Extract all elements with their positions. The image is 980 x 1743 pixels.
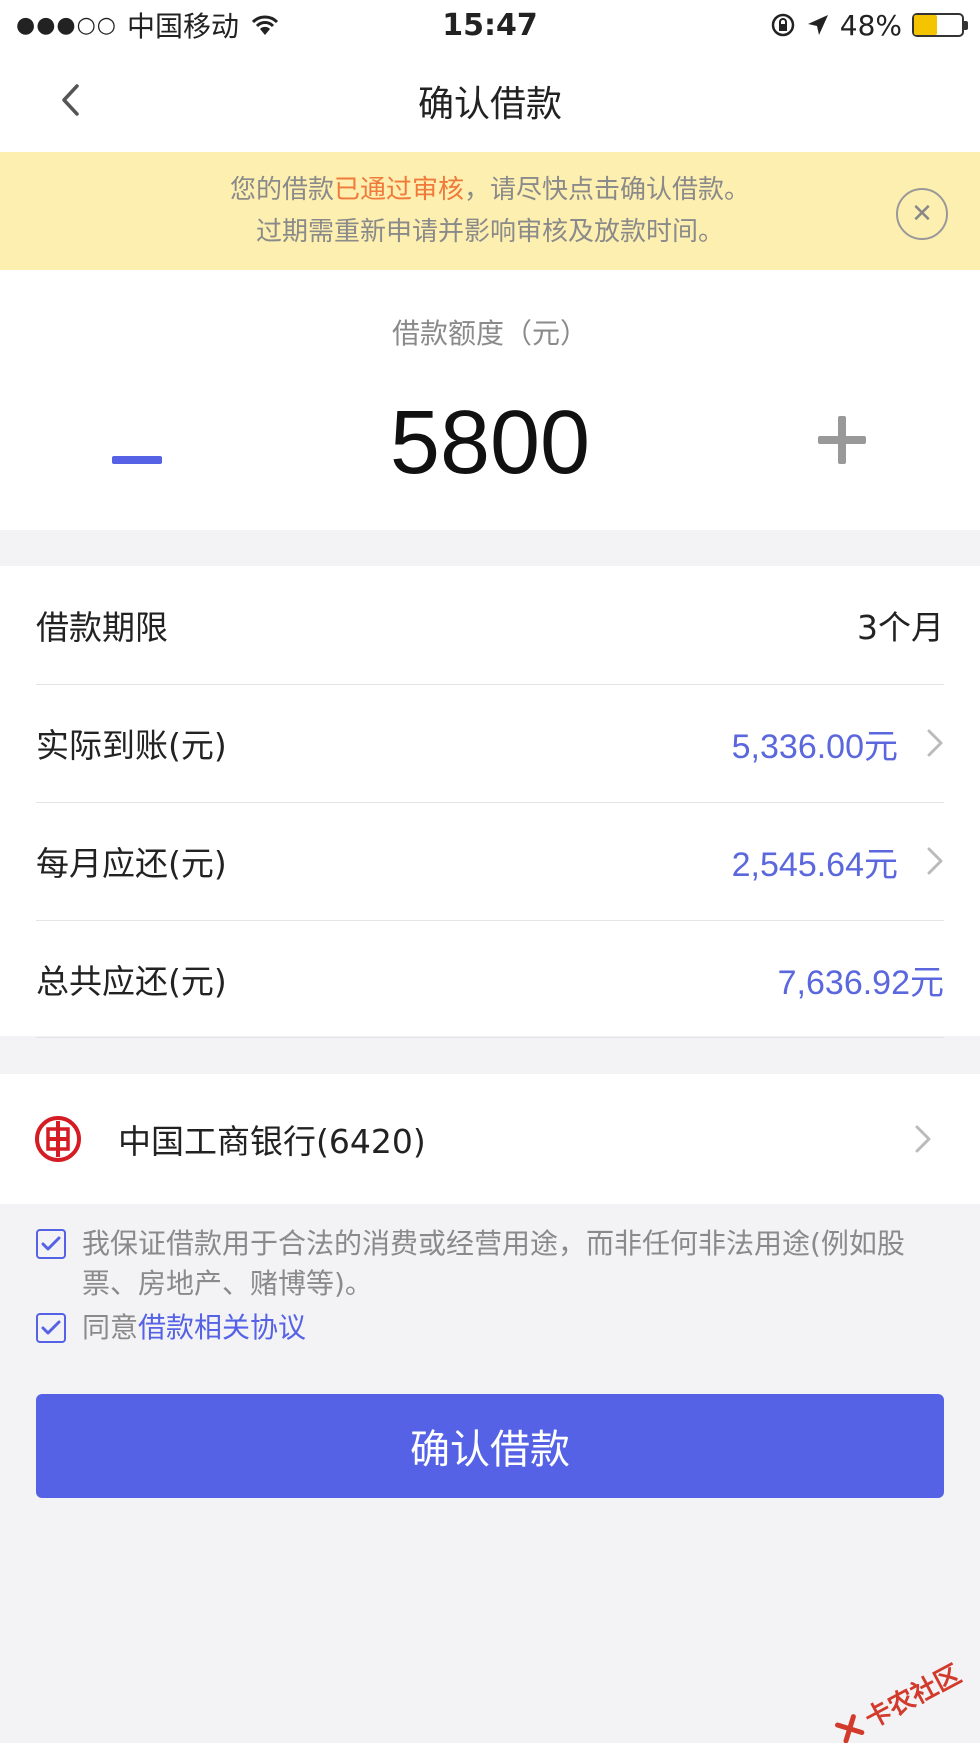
carrier-name: 中国移动 — [126, 10, 239, 43]
bank-name: 中国工商银行(6420) — [118, 1122, 426, 1161]
guarantee-checkbox[interactable] — [36, 1229, 66, 1259]
guarantee-text: 我保证借款用于合法的消费或经营用途，而非任何非法用途(例如股票、房地产、赌博等)… — [82, 1227, 905, 1300]
rotation-lock-icon — [770, 12, 796, 38]
chevron-right-icon — [927, 847, 943, 875]
watermark-text: 卡农社区 — [860, 1659, 967, 1735]
wifi-icon — [249, 13, 281, 37]
bank-card-selector[interactable]: 中国工商银行(6420) — [0, 1074, 980, 1204]
term-label: 借款期限 — [36, 608, 168, 647]
nav-bar: 确认借款 — [0, 50, 980, 152]
received-label: 实际到账(元) — [36, 726, 227, 765]
received-value: 5,336.00元 — [731, 727, 898, 766]
detail-row-total: 总共应还(元) 7,636.92元 — [36, 920, 944, 1038]
location-arrow-icon — [806, 13, 830, 37]
terms-checkbox[interactable] — [36, 1313, 66, 1343]
amount-label: 借款额度（元） — [391, 317, 588, 350]
approval-notice: 您的借款已通过审核，请尽快点击确认借款。 过期需重新申请并影响审核及放款时间。 … — [0, 152, 980, 270]
watermark: 卡农社区 — [829, 1654, 966, 1743]
status-right: 48% — [770, 8, 968, 42]
battery-icon — [912, 13, 968, 37]
divider — [36, 1037, 944, 1038]
term-value-wrap: 3个月 — [857, 601, 944, 649]
chevron-right-icon — [927, 729, 943, 757]
increase-amount-button[interactable] — [818, 416, 866, 464]
term-value: 3个月 — [857, 608, 944, 647]
watermark-logo-icon — [834, 1713, 865, 1743]
chevron-left-icon — [62, 84, 79, 116]
notice-line-2: 过期需重新申请并影响审核及放款时间。 — [255, 217, 724, 247]
notice-line-1: 您的借款已通过审核，请尽快点击确认借款。 — [230, 169, 750, 211]
back-button[interactable] — [50, 78, 90, 122]
check-icon — [41, 1236, 61, 1251]
page-title: 确认借款 — [417, 84, 562, 125]
check-icon — [41, 1320, 61, 1335]
detail-row-term[interactable]: 借款期限 3个月 — [36, 566, 944, 684]
notice-highlight: 已通过审核 — [333, 175, 464, 205]
notice-prefix: 您的借款 — [229, 175, 334, 205]
monthly-label: 每月应还(元) — [36, 844, 227, 883]
battery-percent: 48% — [839, 8, 902, 42]
status-bar: ●●●○○ 中国移动 15:47 48% — [0, 0, 980, 50]
loan-details: 借款期限 3个月 实际到账(元) 5,336.00元 每月应还(元) 2,545… — [0, 566, 980, 1038]
received-value-wrap: 5,336.00元 — [732, 719, 944, 768]
signal-strength: ●●●○○ — [16, 12, 117, 38]
monthly-value: 2,545.64元 — [731, 845, 898, 884]
confirm-loan-button[interactable]: 确认借款 — [36, 1394, 944, 1498]
notice-suffix: ，请尽快点击确认借款。 — [464, 175, 751, 205]
terms-agreement: 同意 借款相关协议 — [36, 1308, 946, 1348]
detail-row-received[interactable]: 实际到账(元) 5,336.00元 — [36, 684, 944, 802]
monthly-value-wrap: 2,545.64元 — [732, 837, 944, 886]
loan-agreement-link[interactable]: 借款相关协议 — [138, 1308, 306, 1348]
icbc-logo-icon — [35, 1116, 81, 1162]
total-value-wrap: 7,636.92元 — [778, 955, 944, 1004]
total-value: 7,636.92元 — [777, 963, 944, 1002]
battery-fill — [914, 15, 938, 35]
terms-prefix: 同意 — [82, 1311, 139, 1344]
status-left: ●●●○○ 中国移动 — [16, 5, 281, 45]
total-label: 总共应还(元) — [36, 962, 227, 1001]
close-notice-button[interactable]: ✕ — [896, 188, 948, 240]
chevron-right-icon — [915, 1125, 931, 1153]
guarantee-agreement: 我保证借款用于合法的消费或经营用途，而非任何非法用途(例如股票、房地产、赌博等)… — [36, 1224, 946, 1304]
detail-row-monthly[interactable]: 每月应还(元) 2,545.64元 — [36, 802, 944, 920]
close-icon: ✕ — [911, 199, 933, 229]
loan-amount-card: 借款额度（元） 5800 — [0, 270, 980, 530]
